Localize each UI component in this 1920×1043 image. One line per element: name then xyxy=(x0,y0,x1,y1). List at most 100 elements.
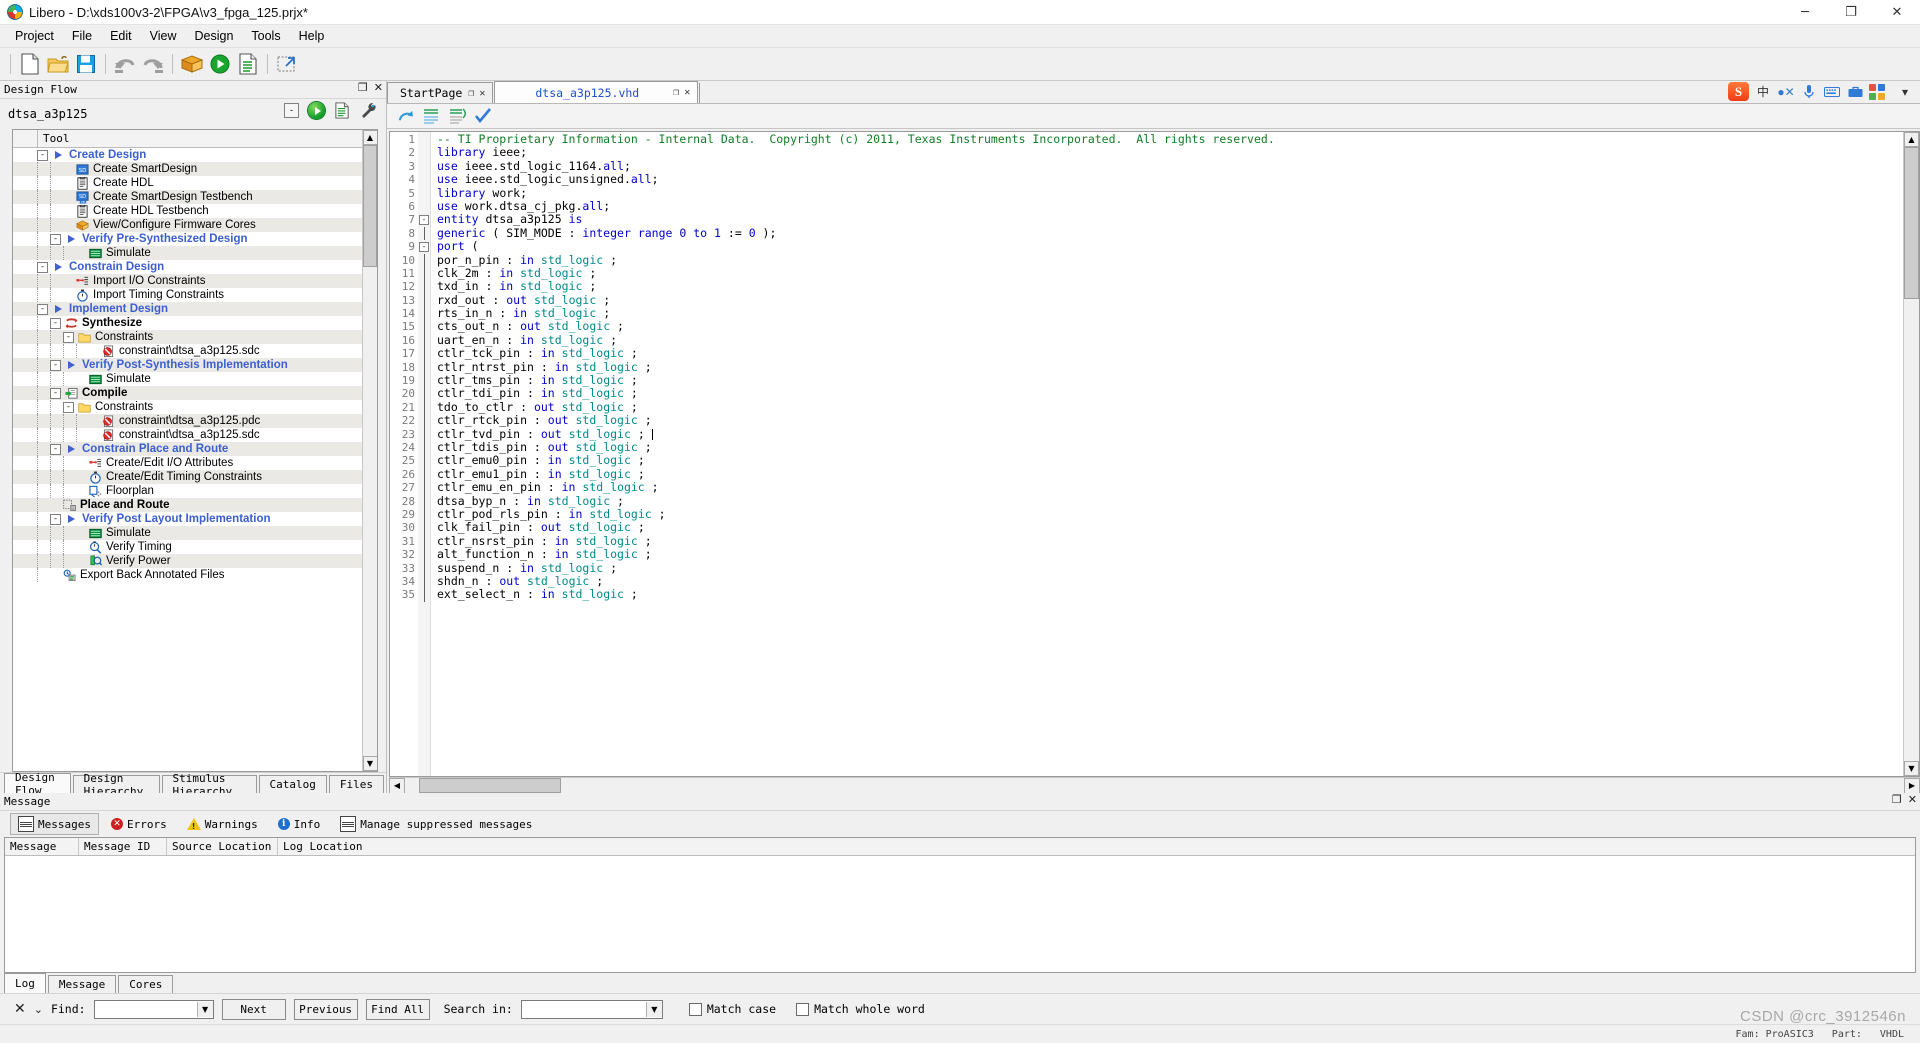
tree-expander[interactable]: - xyxy=(50,317,61,329)
code-line[interactable]: shdn_n : out std_logic ; xyxy=(437,574,1903,588)
fold-marker[interactable] xyxy=(418,400,430,415)
scroll-up-arrow-icon[interactable]: ▲ xyxy=(362,130,377,145)
toolbox-icon[interactable] xyxy=(1846,83,1864,101)
scroll-up-arrow-icon[interactable]: ▲ xyxy=(1904,132,1919,147)
close-find-icon[interactable]: ✕ xyxy=(14,1001,26,1017)
tree-item-create-smartdesign-testbench[interactable]: SD TB Create SmartDesign Testbench xyxy=(13,190,362,204)
fold-marker[interactable] xyxy=(418,588,430,602)
design-flow-close-icon[interactable]: ✕ xyxy=(374,82,383,93)
code-line[interactable]: library work; xyxy=(437,186,1903,200)
tree-item-verify-power[interactable]: Verify Power xyxy=(13,554,362,568)
open-project-button[interactable] xyxy=(45,51,71,77)
tree-item-simulate[interactable]: Simulate xyxy=(13,372,362,386)
tree-item-export-back-annotated-files[interactable]: Export Back Annotated Files xyxy=(13,568,362,582)
fold-marker[interactable] xyxy=(418,387,430,401)
tree-item-create-smartdesign[interactable]: SD Create SmartDesign xyxy=(13,162,362,176)
code-line[interactable]: rxd_out : out std_logic ; xyxy=(437,293,1903,307)
new-file-button[interactable] xyxy=(17,51,43,77)
fold-marker[interactable] xyxy=(418,561,430,575)
fold-marker[interactable] xyxy=(418,146,430,159)
message-table-body[interactable] xyxy=(5,856,1915,972)
code-line[interactable]: ext_select_n : in std_logic ; xyxy=(437,587,1903,601)
tree-expander[interactable]: - xyxy=(37,261,48,273)
code-line[interactable]: clk_fail_pin : out std_logic ; xyxy=(437,520,1903,534)
code-text-area[interactable]: -- TI Proprietary Information - Internal… xyxy=(431,132,1903,776)
column-message[interactable]: Message xyxy=(5,838,79,855)
tree-item-constraints[interactable]: - Constraints xyxy=(13,330,362,344)
configure-options-button[interactable] xyxy=(334,102,351,119)
code-line[interactable]: use ieee.std_logic_1164.all; xyxy=(437,159,1903,173)
tree-item-constrain-design[interactable]: - Constrain Design xyxy=(13,260,362,274)
filter-warnings-button[interactable]: Warnings xyxy=(179,815,266,834)
code-line[interactable]: ctlr_tdi_pin : in std_logic ; xyxy=(437,387,1903,401)
fold-marker[interactable] xyxy=(418,427,430,441)
tab-close-icon[interactable]: ✕ xyxy=(479,88,485,99)
menu-item-help[interactable]: Help xyxy=(290,27,334,45)
code-line[interactable]: ctlr_tms_pin : in std_logic ; xyxy=(437,373,1903,387)
code-editor[interactable]: 1 2 3 4 5 6 7 8 9 10 11 12 13 14 15 16 17 18 19 20 21 22 23 24 2… xyxy=(389,131,1920,777)
editor-hscroll-thumb[interactable] xyxy=(419,778,561,793)
fold-marker[interactable] xyxy=(418,333,430,348)
scroll-down-arrow-icon[interactable]: ▼ xyxy=(362,756,377,771)
fold-marker[interactable] xyxy=(418,574,430,589)
fold-marker[interactable] xyxy=(418,160,430,173)
code-line[interactable]: ctlr_rtck_pin : out std_logic ; xyxy=(437,413,1903,427)
menu-item-design[interactable]: Design xyxy=(185,27,242,45)
fold-marker[interactable] xyxy=(418,374,430,388)
fold-marker[interactable] xyxy=(418,187,430,200)
tree-item-place-and-route[interactable]: Place and Route xyxy=(13,498,362,512)
find-next-button[interactable]: Next xyxy=(221,998,286,1020)
fold-marker[interactable] xyxy=(418,293,430,308)
left-panel-tabs[interactable]: Design Flow Design Hierarchy Stimulus Hier… xyxy=(0,771,386,798)
column-source-location[interactable]: Source Location xyxy=(167,838,278,855)
minimize-button[interactable]: ─ xyxy=(1782,0,1828,24)
fold-marker[interactable]: - xyxy=(418,240,430,253)
message-float-icon[interactable]: ❐ xyxy=(1892,794,1902,805)
code-line[interactable]: uart_en_n : in std_logic ; xyxy=(437,333,1903,347)
tree-item-verify-timing[interactable]: Verify Timing xyxy=(13,540,362,554)
microphone-icon[interactable] xyxy=(1800,83,1818,101)
scroll-down-arrow-icon[interactable]: ▼ xyxy=(1904,761,1919,776)
catalog-button[interactable] xyxy=(179,51,205,77)
collapse-all-button[interactable]: - xyxy=(284,103,299,118)
undo-button[interactable] xyxy=(112,51,138,77)
expand-window-button[interactable] xyxy=(274,51,300,77)
run-flow-button[interactable] xyxy=(308,102,325,119)
code-line[interactable]: clk_2m : in std_logic ; xyxy=(437,266,1903,280)
code-line[interactable]: rts_in_n : in std_logic ; xyxy=(437,306,1903,320)
left-tab-design-hierarchy[interactable]: Design Hierarchy xyxy=(72,772,160,798)
scroll-left-arrow-icon[interactable]: ◀ xyxy=(389,777,405,794)
fold-marker[interactable] xyxy=(418,454,430,468)
tree-item-view-configure-firmware-cores[interactable]: View/Configure Firmware Cores xyxy=(13,218,362,232)
redo-arrow-icon[interactable] xyxy=(397,108,414,125)
ime-mode-icon[interactable]: ●✕ xyxy=(1777,83,1795,101)
chevron-down-icon[interactable]: ⌄ xyxy=(34,1003,43,1016)
find-previous-button[interactable]: Previous xyxy=(293,998,358,1020)
fold-marker[interactable]: - xyxy=(418,213,430,226)
tree-item-constrain-place-and-route[interactable]: - Constrain Place and Route xyxy=(13,442,362,456)
tree-expander[interactable]: - xyxy=(37,303,48,315)
find-input[interactable]: ▼ xyxy=(93,999,214,1019)
check-syntax-icon[interactable] xyxy=(474,108,492,124)
message-tab-log[interactable]: Log xyxy=(4,973,46,993)
message-dock-tabs[interactable]: Log Message Cores xyxy=(0,973,1920,993)
tree-item-constraint-dtsa-a3p125-pdc[interactable]: constraint\dtsa_a3p125.pdc xyxy=(13,414,362,428)
fold-marker[interactable] xyxy=(418,320,430,334)
search-in-select[interactable]: ▼ xyxy=(520,999,663,1019)
find-all-button[interactable]: Find All xyxy=(365,998,430,1020)
tree-vertical-scrollbar[interactable]: ▲ ▼ xyxy=(362,130,377,771)
tree-item-floorplan[interactable]: Floorplan xyxy=(13,484,362,498)
tree-item-implement-design[interactable]: - Implement Design xyxy=(13,302,362,316)
fold-marker[interactable] xyxy=(418,280,430,294)
match-case-checkbox[interactable] xyxy=(688,1002,702,1016)
code-line[interactable]: dtsa_byp_n : in std_logic ; xyxy=(437,494,1903,508)
fold-marker[interactable] xyxy=(418,494,430,508)
match-whole-word-checkbox-row[interactable]: Match whole word xyxy=(796,1002,925,1016)
tree-item-simulate[interactable]: Simulate xyxy=(13,526,362,540)
code-line[interactable]: ctlr_emu0_pin : in std_logic ; xyxy=(437,453,1903,467)
fold-toggle[interactable]: - xyxy=(419,215,429,226)
fold-marker[interactable] xyxy=(418,253,430,267)
fold-marker[interactable] xyxy=(418,266,430,281)
editor-horizontal-scrollbar[interactable]: ◀ ▶ xyxy=(389,777,1920,794)
code-line[interactable]: ctlr_ntrst_pin : in std_logic ; xyxy=(437,360,1903,374)
